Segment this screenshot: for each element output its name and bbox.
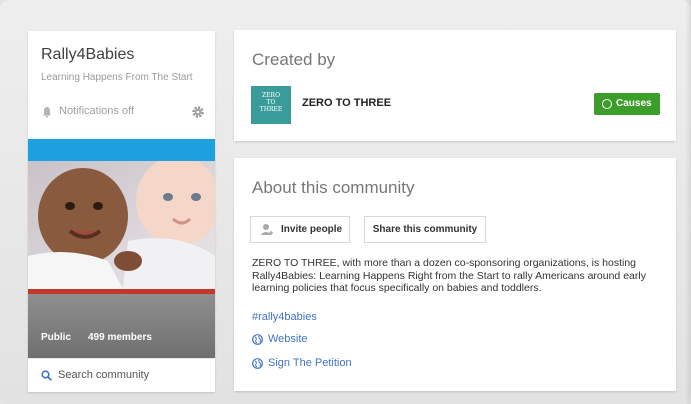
community-tagline: Learning Happens From The Start xyxy=(41,72,193,83)
org-logo[interactable]: ZERO TO THREE xyxy=(251,86,291,124)
babies-photo xyxy=(28,161,215,289)
notifications-row[interactable]: Notifications off xyxy=(41,104,205,122)
gear-icon[interactable] xyxy=(191,105,205,119)
share-community-button[interactable]: Share this community xyxy=(364,216,486,243)
search-icon xyxy=(41,370,52,381)
hashtag-link[interactable]: #rally4babies xyxy=(252,311,317,323)
created-by-heading: Created by xyxy=(252,50,336,69)
org-name-link[interactable]: ZERO TO THREE xyxy=(302,97,391,109)
about-card: About this community Invite people Share… xyxy=(234,158,676,391)
search-input[interactable]: Search community xyxy=(58,369,149,381)
cover-top-band xyxy=(28,139,215,161)
created-by-card: Created by ZERO TO THREE ZERO TO THREE C… xyxy=(234,30,676,141)
invite-people-button[interactable]: Invite people xyxy=(250,216,350,243)
community-cover-image: Public 499 members xyxy=(28,139,215,358)
logo-text-3: THREE xyxy=(259,106,283,113)
visibility-label: Public xyxy=(41,332,72,343)
community-name: Rally4Babies xyxy=(41,46,135,63)
window-edge xyxy=(685,0,691,404)
causes-label: Causes xyxy=(616,98,652,109)
globe-icon xyxy=(252,358,263,369)
globe-icon xyxy=(252,334,263,345)
bell-icon xyxy=(43,107,51,118)
about-heading: About this community xyxy=(252,178,415,197)
cover-info-band xyxy=(28,294,215,358)
circle-icon xyxy=(602,99,612,109)
invite-person-icon xyxy=(260,224,273,235)
notifications-label: Notifications off xyxy=(59,105,135,117)
community-description: ZERO TO THREE, with more than a dozen co… xyxy=(252,257,646,294)
share-community-label: Share this community xyxy=(372,224,478,235)
causes-button[interactable]: Causes xyxy=(594,93,660,115)
sign-petition-link[interactable]: Sign The Petition xyxy=(268,357,352,369)
search-community[interactable]: Search community xyxy=(28,358,215,393)
community-card: Rally4Babies Learning Happens From The S… xyxy=(28,31,215,392)
website-link[interactable]: Website xyxy=(268,333,308,345)
invite-people-label: Invite people xyxy=(281,224,343,235)
member-count[interactable]: 499 members xyxy=(88,332,152,343)
